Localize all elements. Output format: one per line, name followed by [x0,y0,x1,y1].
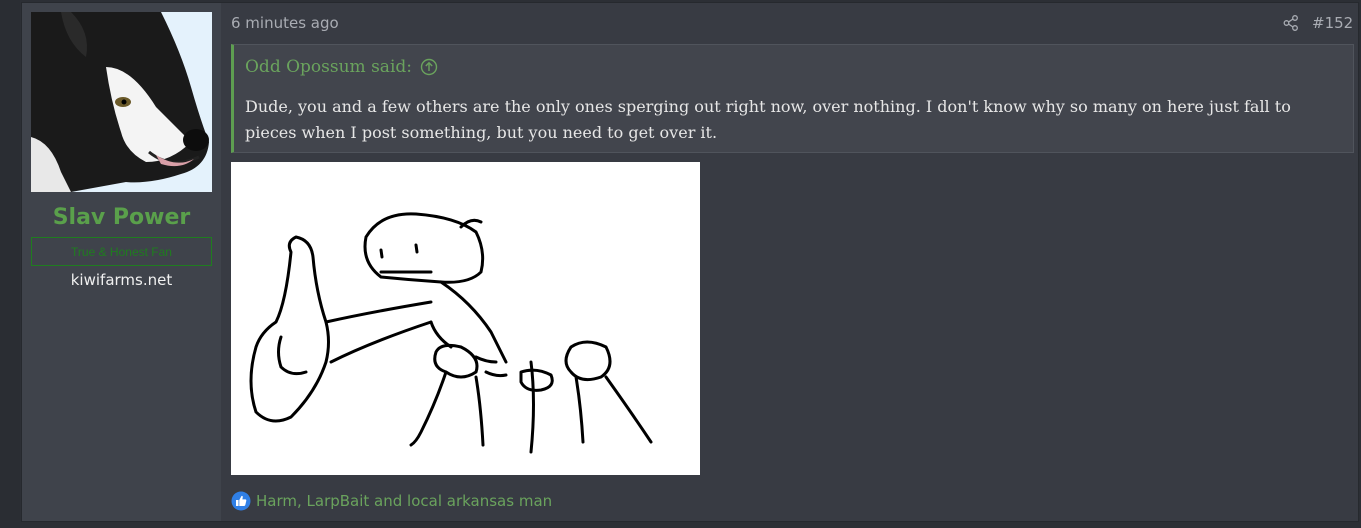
like-icon [231,491,251,511]
forum-post: Slav Power True & Honest Fan kiwifarms.n… [21,2,1359,522]
quote-author: Odd Opossum said: [245,57,412,77]
user-title-badge: True & Honest Fan [31,237,212,266]
post-timestamp[interactable]: 6 minutes ago [231,14,339,32]
username[interactable]: Slav Power [22,205,221,230]
arrow-up-circle-icon[interactable] [420,58,438,76]
user-sidebar: Slav Power True & Honest Fan kiwifarms.n… [22,3,221,521]
user-banner-text: kiwifarms.net [70,271,173,289]
avatar[interactable] [31,12,212,192]
page-gutter [0,0,20,528]
post-number-link[interactable]: #152 [1312,14,1353,32]
reactions-bar[interactable]: Harm, LarpBait and local arkansas man [231,491,552,511]
quote-author-link[interactable]: Odd Opossum said: [245,57,438,77]
post-image[interactable] [231,162,700,475]
reactions-users[interactable]: Harm, LarpBait and local arkansas man [256,492,552,510]
quote-text: Dude, you and a few others are the only … [245,97,1291,142]
share-icon[interactable] [1283,15,1299,31]
quote-block: Odd Opossum said: Dude, you and a few ot… [231,44,1354,153]
